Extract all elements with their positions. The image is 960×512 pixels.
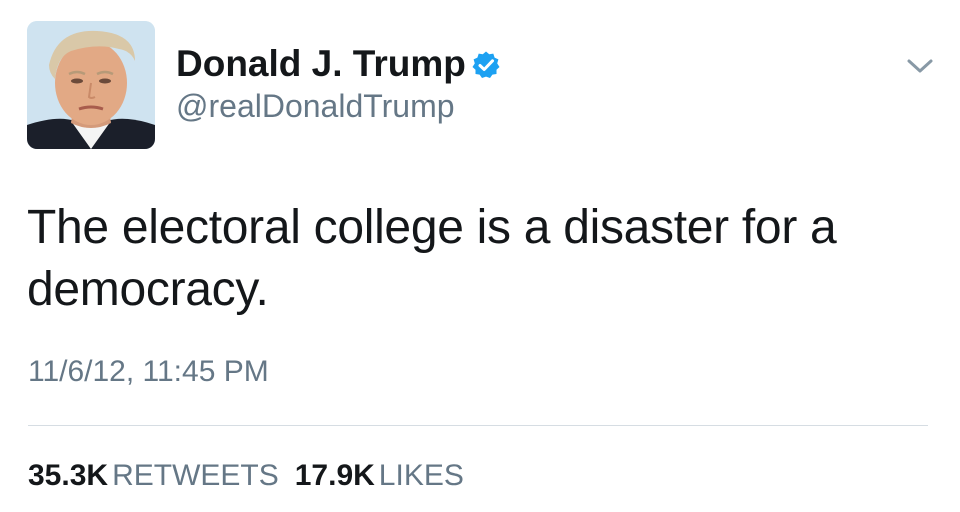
retweets-label: RETWEETS [112,459,279,492]
divider [28,425,928,426]
tweet-text: The electoral college is a disaster for … [27,201,837,316]
likes-count: 17.9K [294,459,375,492]
likes-label: LIKES [378,459,464,492]
tweet-card: Donald J. Trump @realDonaldTrump The ele… [0,0,960,512]
tweet-timestamp[interactable]: 11/6/12, 11:45 PM [28,352,269,392]
avatar-image [27,21,155,149]
avatar[interactable] [27,21,155,149]
chevron-down-icon[interactable] [906,56,934,76]
likes-stat[interactable]: 17.9K LIKES [295,456,464,496]
verified-badge-icon [472,51,500,78]
user-handle[interactable]: @realDonaldTrump [176,86,455,126]
retweets-count: 35.3K [28,459,109,492]
display-name[interactable]: Donald J. Trump [176,42,466,86]
tweet-stats: 35.3K RETWEETS 17.9K LIKES [28,456,480,496]
retweets-stat[interactable]: 35.3K RETWEETS [28,456,279,496]
